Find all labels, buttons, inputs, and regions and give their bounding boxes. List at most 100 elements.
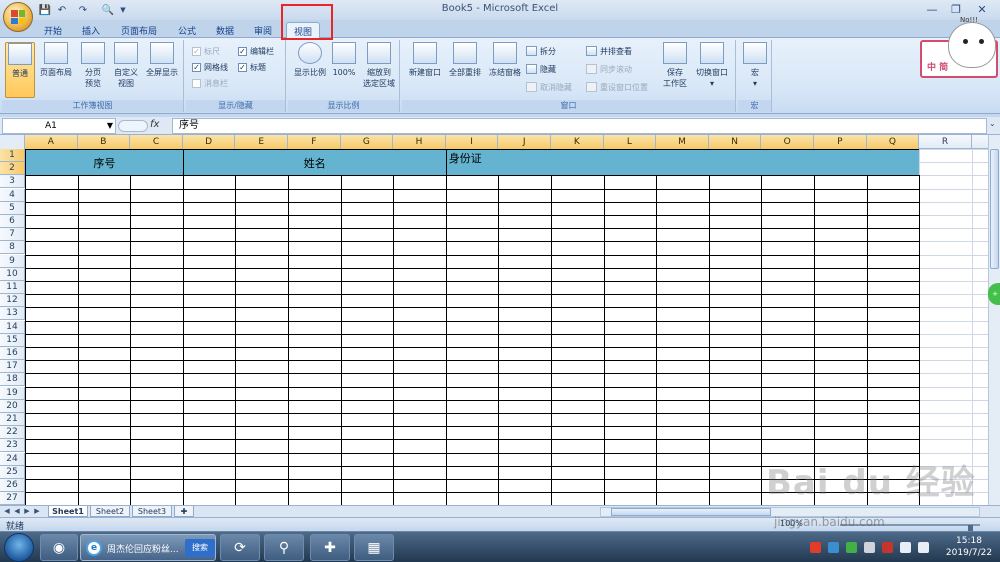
sync-scroll-button[interactable]: 同步滚动 xyxy=(586,62,632,76)
custom-views-button[interactable]: 自定义 视图 xyxy=(110,42,142,98)
taskbar-browser[interactable]: e 周杰伦回应粉丝... 搜索 xyxy=(80,534,216,561)
row-header-13[interactable]: 13 xyxy=(0,307,25,321)
column-header-f[interactable]: F xyxy=(288,135,341,149)
tab-insert[interactable]: 插入 xyxy=(74,22,108,38)
column-header-l[interactable]: L xyxy=(603,135,657,149)
taskbar-search-button[interactable]: 搜索 xyxy=(185,539,215,557)
row-header-3[interactable]: 3 xyxy=(0,175,25,189)
zoom-slider[interactable] xyxy=(840,524,980,535)
tray-flag-icon[interactable] xyxy=(864,542,875,553)
freeze-panes-button[interactable]: 冻结窗格 xyxy=(486,42,524,98)
header-cell-name[interactable]: 姓名 xyxy=(182,149,447,177)
column-header-i[interactable]: I xyxy=(445,135,499,149)
worksheet-grid[interactable]: ABCDEFGHIJKLMNOPQR 1 2 3 4 5 6 7 8 9 10 11 12 13 14 15… xyxy=(0,135,988,505)
column-header-j[interactable]: J xyxy=(498,135,551,149)
row-header-25[interactable]: 25 xyxy=(0,465,25,479)
next-sheet-icon[interactable]: ▶ xyxy=(22,506,32,517)
last-sheet-icon[interactable]: ▶ xyxy=(32,506,42,517)
new-window-button[interactable]: 新建窗口 xyxy=(406,42,444,98)
select-all-corner[interactable] xyxy=(0,135,25,149)
row-header-9[interactable]: 9 xyxy=(0,254,25,268)
sheet-tab-sheet1[interactable]: Sheet1 xyxy=(48,506,88,517)
column-header-e[interactable]: E xyxy=(235,135,288,149)
reset-position-button[interactable]: 重设窗口位置 xyxy=(586,80,648,94)
tray-security-icon[interactable] xyxy=(846,542,857,553)
macros-button[interactable]: 宏 ▾ xyxy=(741,42,769,98)
wechat-icon[interactable]: ⚲ xyxy=(264,534,304,561)
sheet-tab-sheet2[interactable]: Sheet2 xyxy=(90,506,130,517)
ruler-checkbox[interactable]: ✓ 标尺 xyxy=(192,44,220,58)
column-header-p[interactable]: P xyxy=(814,135,867,149)
column-header-g[interactable]: G xyxy=(340,135,394,149)
formula-bar-checkbox[interactable]: ✓ 编辑栏 xyxy=(238,44,274,58)
row-header-16[interactable]: 16 xyxy=(0,347,25,360)
message-bar-checkbox[interactable]: 消息栏 xyxy=(192,76,228,90)
row-header-17[interactable]: 17 xyxy=(0,360,25,374)
column-header-a[interactable]: A xyxy=(25,135,78,149)
row-header-6[interactable]: 6 xyxy=(0,215,25,228)
row-header-23[interactable]: 23 xyxy=(0,439,25,453)
unhide-button[interactable]: 取消隐藏 xyxy=(526,80,572,94)
zoom-percent[interactable]: 100% xyxy=(780,519,803,528)
tab-data[interactable]: 数据 xyxy=(208,22,242,38)
security-app-icon[interactable]: ✚ xyxy=(310,534,350,561)
first-sheet-icon[interactable]: ◀ xyxy=(2,506,12,517)
excel-app-icon[interactable]: ▦ xyxy=(354,534,394,561)
arrange-all-button[interactable]: 全部重排 xyxy=(446,42,484,98)
tray-app-icon[interactable] xyxy=(828,542,839,553)
header-cell-id[interactable]: 身份证 xyxy=(445,149,921,177)
column-header-b[interactable]: B xyxy=(77,135,131,149)
tab-review[interactable]: 审阅 xyxy=(246,22,280,38)
row-header-11[interactable]: 11 xyxy=(0,281,25,294)
normal-view-button[interactable]: 普通 xyxy=(5,42,35,98)
zoom-button[interactable]: 显示比例 xyxy=(290,42,330,98)
row-header-20[interactable]: 20 xyxy=(0,399,25,413)
zoom-100-button[interactable]: 100% xyxy=(330,42,358,98)
insert-sheet-icon[interactable]: ✚ xyxy=(174,506,194,517)
column-header-n[interactable]: N xyxy=(708,135,762,149)
row-header-15[interactable]: 15 xyxy=(0,333,25,347)
formula-input[interactable]: 序号 xyxy=(172,118,987,134)
column-header-c[interactable]: C xyxy=(130,135,183,149)
vertical-scroll-thumb[interactable] xyxy=(990,149,999,269)
taskbar-clock[interactable]: 15:18 2019/7/22 xyxy=(940,535,998,559)
save-workspace-button[interactable]: 保存 工作区 xyxy=(658,42,692,98)
prev-sheet-icon[interactable]: ◀ xyxy=(12,506,22,517)
headings-checkbox[interactable]: ✓ 标题 xyxy=(238,60,266,74)
fullscreen-button[interactable]: 全屏显示 xyxy=(142,42,182,98)
row-header-18[interactable]: 18 xyxy=(0,373,25,387)
horizontal-scroll-thumb[interactable] xyxy=(611,508,771,516)
column-header-r[interactable]: R xyxy=(919,135,972,149)
column-header-k[interactable]: K xyxy=(551,135,604,149)
switch-windows-button[interactable]: 切换窗口 ▾ xyxy=(692,42,732,98)
sheet-tab-sheet3[interactable]: Sheet3 xyxy=(132,506,172,517)
column-header-h[interactable]: H xyxy=(393,135,446,149)
gridlines-checkbox[interactable]: ✓ 网格线 xyxy=(192,60,228,74)
minimize-icon[interactable]: — xyxy=(922,0,942,18)
split-button[interactable]: 拆分 xyxy=(526,44,556,58)
vertical-scrollbar[interactable] xyxy=(988,135,1000,505)
volume-icon[interactable] xyxy=(918,542,929,553)
formula-bar-resize-handle[interactable] xyxy=(118,120,148,132)
column-header-q[interactable]: Q xyxy=(866,135,920,149)
row-header-12[interactable]: 12 xyxy=(0,294,25,308)
ie-app-icon[interactable]: ⟳ xyxy=(220,534,260,561)
column-header-m[interactable]: M xyxy=(656,135,709,149)
row-header-22[interactable]: 22 xyxy=(0,426,25,440)
windows-start-button[interactable] xyxy=(4,533,34,562)
row-header-14[interactable]: 14 xyxy=(0,320,25,334)
name-box[interactable]: A1 ▼ xyxy=(2,118,116,134)
pinned-app-icon[interactable]: ◉ xyxy=(40,534,78,561)
row-header-21[interactable]: 21 xyxy=(0,413,25,426)
office-button[interactable] xyxy=(3,2,33,32)
row-header-5[interactable]: 5 xyxy=(0,201,25,215)
input-method-icon[interactable] xyxy=(810,542,821,553)
chevron-down-icon[interactable]: ▼ xyxy=(107,119,113,133)
horizontal-scrollbar[interactable] xyxy=(600,507,980,517)
expand-formula-bar-icon[interactable]: ⌄ xyxy=(989,119,999,133)
page-layout-view-button[interactable]: 页面布局 xyxy=(36,42,76,98)
zoom-selection-button[interactable]: 缩放到 选定区域 xyxy=(360,42,398,98)
row-header-2[interactable]: 2 xyxy=(0,162,25,176)
column-header-o[interactable]: O xyxy=(761,135,814,149)
side-by-side-button[interactable]: 并排查看 xyxy=(586,44,632,58)
